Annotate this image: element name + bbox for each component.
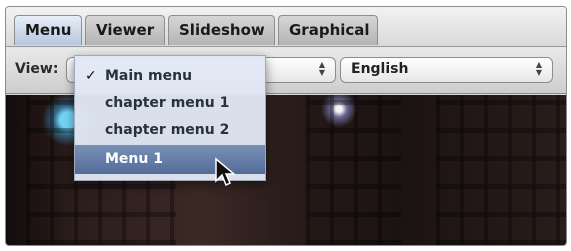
menu-item-main-menu[interactable]: ✓ Main menu [75, 63, 265, 90]
tab-slideshow-label: Slideshow [179, 21, 265, 39]
menu-item-label: chapter menu 2 [105, 122, 230, 138]
checkmark-icon: ✓ [85, 68, 97, 84]
language-popup[interactable]: English ▲ ▼ [340, 57, 553, 83]
up-down-arrows-icon: ▲ ▼ [318, 60, 326, 77]
tab-graphical[interactable]: Graphical [278, 15, 378, 45]
view-dropdown-menu: ✓ Main menu chapter menu 1 chapter menu … [74, 55, 266, 181]
menu-item-label: Menu 1 [105, 151, 163, 167]
building-window-pattern [306, 95, 401, 245]
tab-viewer-label: Viewer [96, 21, 155, 39]
language-popup-value: English [351, 61, 409, 77]
tab-graphical-label: Graphical [289, 21, 370, 39]
up-down-arrows-icon: ▲ ▼ [535, 60, 543, 77]
tab-menu[interactable]: Menu [14, 15, 82, 45]
tab-menu-label: Menu [25, 21, 72, 39]
menu-item-label: Main menu [105, 68, 193, 84]
tab-slideshow[interactable]: Slideshow [168, 15, 275, 45]
tab-bar: Menu Viewer Slideshow Graphical [6, 7, 566, 47]
menu-item-label: chapter menu 1 [105, 95, 230, 111]
view-label: View: [15, 61, 59, 77]
menu-item-chapter-menu-1[interactable]: chapter menu 1 [75, 90, 265, 117]
menu-item-chapter-menu-2[interactable]: chapter menu 2 [75, 117, 265, 144]
menu-editor-window: Menu Viewer Slideshow Graphical View: ▲ ▼… [5, 6, 567, 246]
menu-item-menu-1[interactable]: Menu 1 [75, 145, 265, 174]
building-window-pattern [436, 95, 566, 245]
arrow-cursor-icon [215, 157, 236, 187]
tab-viewer[interactable]: Viewer [85, 15, 165, 45]
